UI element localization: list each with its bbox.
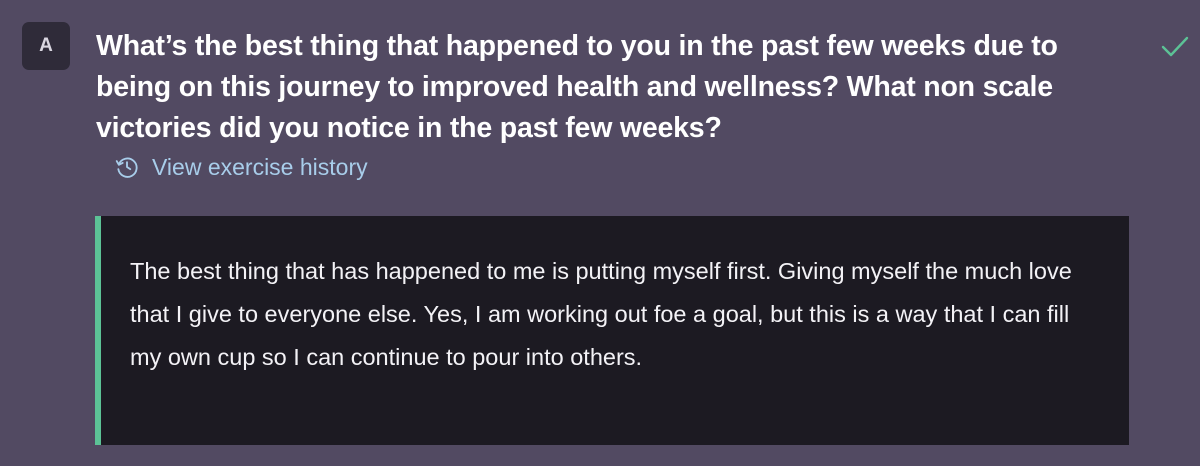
answer-card: The best thing that has happened to me i… bbox=[95, 216, 1129, 445]
view-exercise-history-link[interactable]: View exercise history bbox=[114, 150, 368, 184]
view-exercise-history-label: View exercise history bbox=[152, 153, 368, 180]
history-icon bbox=[115, 157, 138, 178]
question-text: What’s the best thing that happened to y… bbox=[96, 30, 1058, 144]
checkmark-icon bbox=[1161, 36, 1189, 57]
answer-text: The best thing that has happened to me i… bbox=[130, 258, 1072, 370]
avatar-badge: A bbox=[22, 22, 70, 70]
